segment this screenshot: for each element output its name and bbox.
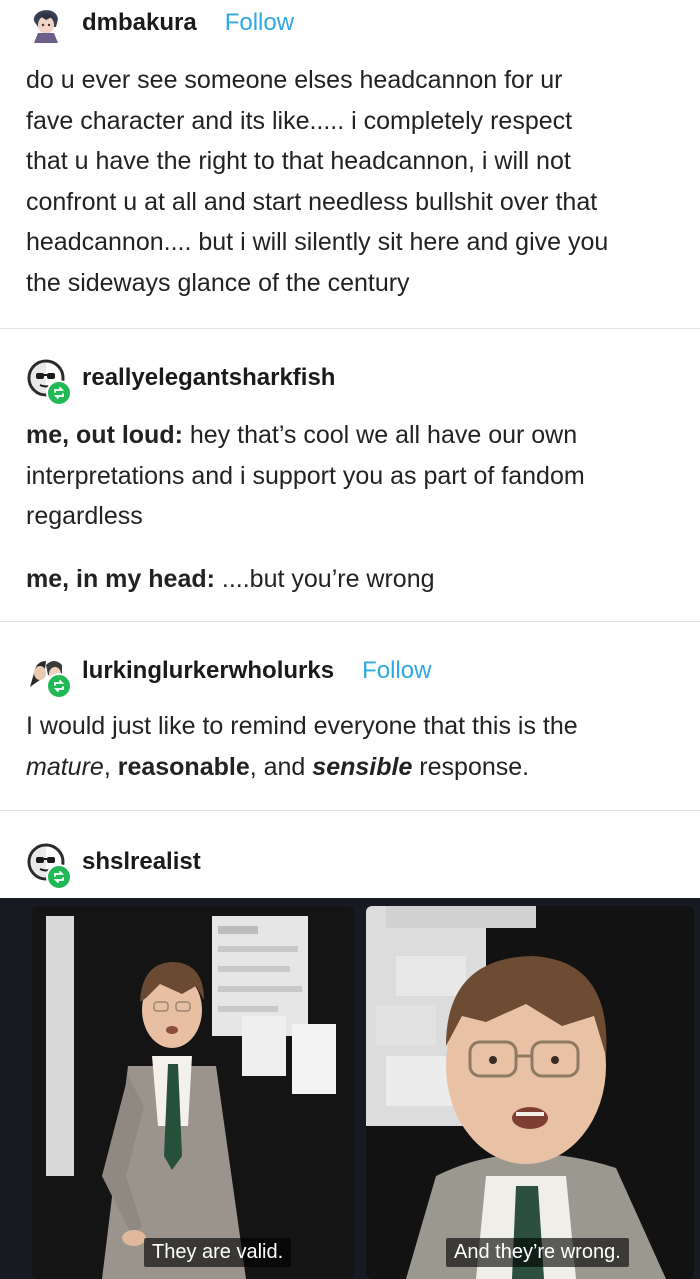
post-shslrealist: shslrealist	[0, 811, 700, 898]
avatar-sunglasses-icon[interactable]	[26, 358, 72, 406]
paragraph-1: me, out loud: hey that’s cool we all hav…	[26, 415, 676, 456]
reblog-icon	[46, 673, 72, 699]
avatar-lurker-icon[interactable]	[26, 651, 72, 699]
paragraph-2: me, in my head: ....but you’re wrong	[26, 559, 676, 600]
text-line: confront u at all and start needless bul…	[26, 187, 598, 216]
bold-label: me, out loud:	[26, 421, 183, 449]
follow-button[interactable]: Follow	[362, 657, 431, 685]
text-segment: response.	[412, 752, 530, 781]
post-header: shslrealist	[26, 839, 201, 890]
text-segment: hey that’s cool we all have our own	[182, 421, 578, 449]
image-frame-right: And they’re wrong.	[366, 906, 694, 1279]
text-segment: ,	[103, 752, 118, 781]
speaker-closeup-illustration	[366, 906, 694, 1279]
text-line: interpretations and i support you as par…	[26, 461, 585, 490]
post-reallyelegantsharkfish: reallyelegantsharkfish me, out loud: hey…	[0, 329, 700, 621]
reblog-icon	[46, 380, 72, 406]
bold-label: me, in my head:	[26, 564, 215, 593]
italic-word: mature	[26, 752, 104, 781]
follow-button[interactable]: Follow	[225, 9, 294, 37]
post-header: reallyelegantsharkfish	[26, 355, 335, 406]
text-line: do u ever see someone elses headcannon f…	[26, 66, 563, 94]
post-header: dmbakura Follow	[26, 0, 294, 46]
bold-italic-word: sensible	[312, 752, 413, 781]
post-body: do u ever see someone elses headcannon f…	[26, 60, 676, 303]
post-body: me, out loud: hey that’s cool we all hav…	[26, 415, 676, 599]
text-line: fave character and its like..... i compl…	[26, 106, 573, 135]
text-line: the sideways glance of the century	[26, 268, 410, 297]
username[interactable]: shslrealist	[82, 848, 201, 876]
post-dmbakura: dmbakura Follow do u ever see someone el…	[0, 0, 700, 329]
bold-word: reasonable	[117, 752, 250, 781]
text-line: I would just like to remind everyone tha…	[26, 712, 578, 740]
text-segment: , and	[249, 752, 313, 781]
username[interactable]: dmbakura	[82, 9, 197, 37]
post-lurkinglurkerwholurks: lurkinglurkerwholurks Follow I would jus…	[0, 622, 700, 810]
reblog-image[interactable]: They are valid. And they’re wrong.	[0, 898, 700, 1279]
username[interactable]: lurkinglurkerwholurks	[82, 657, 334, 685]
avatar-dmbakura-icon[interactable]	[26, 3, 66, 43]
caption-left: They are valid.	[144, 1238, 292, 1267]
post-header: lurkinglurkerwholurks Follow	[26, 648, 431, 699]
speaker-full-body-illustration	[32, 906, 354, 1279]
reblog-icon	[46, 864, 72, 890]
post-body: I would just like to remind everyone tha…	[26, 706, 676, 787]
text-line: regardless	[26, 502, 143, 530]
image-frame-left: They are valid.	[32, 906, 354, 1279]
text-line: headcannon.... but i will silently sit h…	[26, 228, 609, 256]
caption-right: And they’re wrong.	[446, 1238, 629, 1267]
username[interactable]: reallyelegantsharkfish	[82, 364, 335, 392]
avatar-sunglasses-icon[interactable]	[26, 842, 72, 890]
text-line: that u have the right to that headcannon…	[26, 147, 571, 175]
text-line: mature, reasonable, and sensible respons…	[26, 747, 676, 788]
text-segment: ....but you’re wrong	[214, 564, 435, 593]
